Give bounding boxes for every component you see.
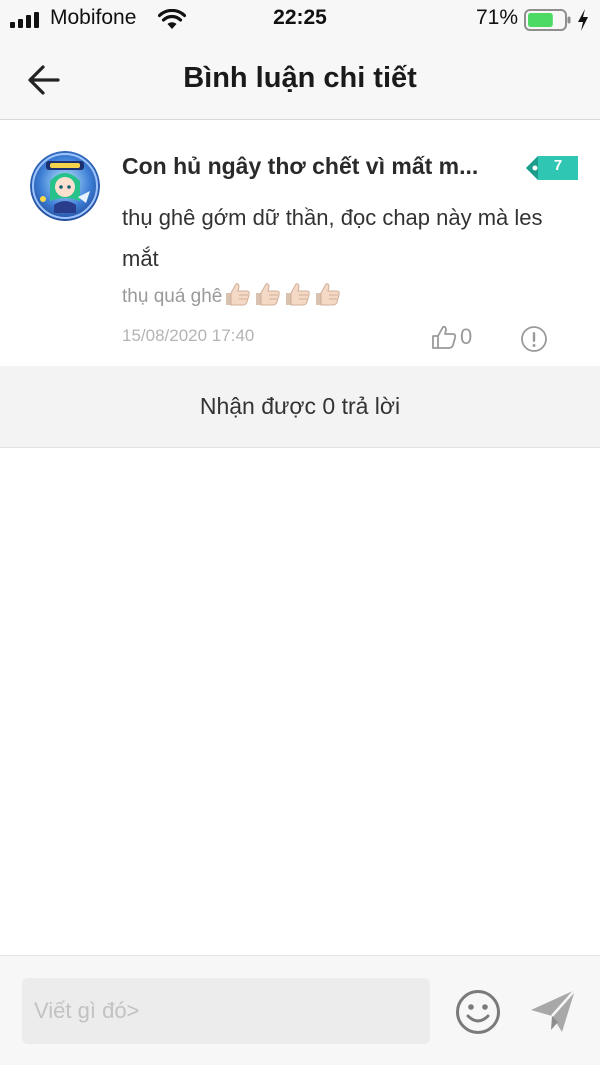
wifi-icon	[158, 9, 186, 29]
like-button[interactable]: 0	[430, 321, 472, 353]
charging-icon	[578, 9, 588, 31]
thumbs-row	[222, 280, 342, 314]
thumbs-up-emoji-icon	[256, 283, 281, 306]
nav-bar: Bình luận chi tiết	[0, 40, 600, 120]
level-number: 7	[553, 157, 563, 174]
avatar-image	[30, 151, 100, 221]
page-title: Bình luận chi tiết	[183, 62, 417, 94]
signal-icon	[10, 12, 39, 28]
thumbs-up-emoji-icon	[286, 283, 311, 306]
status-bar: Mobifone 22:25 71%	[0, 0, 600, 40]
comment-text: thụ ghê gớm dữ thần, đọc chap này mà les…	[122, 205, 543, 271]
thumbs-up-outline-icon	[432, 325, 457, 349]
arrow-left-icon	[28, 65, 60, 95]
comment-input[interactable]	[22, 978, 430, 1044]
comment-card: Con hủ ngây thơ chết vì mất m... 7 thụ g…	[0, 121, 600, 366]
battery-icon	[524, 9, 571, 31]
report-info-icon[interactable]	[520, 325, 548, 353]
replies-count-label: Nhận được 0 trả lời	[199, 393, 401, 419]
avatar[interactable]	[30, 151, 100, 221]
back-button[interactable]	[22, 60, 66, 100]
replies-bar[interactable]: Nhận được 0 trả lời	[0, 366, 600, 448]
comment-username[interactable]: Con hủ ngây thơ chết vì mất m...	[122, 153, 478, 180]
like-count: 0	[460, 324, 473, 349]
comment-input-bar	[0, 955, 600, 1065]
thumbs-up-emoji-icon	[226, 283, 251, 306]
emoji-icon[interactable]	[454, 988, 502, 1036]
thumbs-up-emoji-icon	[316, 283, 341, 306]
comment-note-text: thụ quá ghê	[122, 286, 223, 307]
comment-note: thụ quá ghê	[122, 281, 342, 313]
carrier-name: Mobifone	[50, 6, 137, 29]
battery-percentage: 71%	[476, 6, 519, 29]
send-icon[interactable]	[528, 986, 578, 1036]
comment-timestamp: 15/08/2020 17:40	[122, 326, 255, 345]
